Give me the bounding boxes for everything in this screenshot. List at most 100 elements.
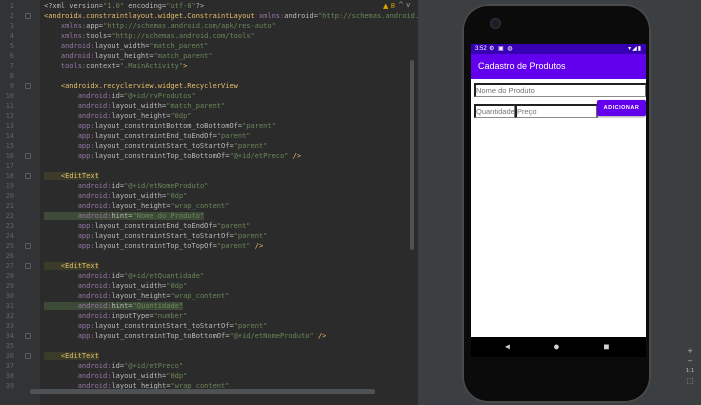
code-line: 26: [0, 251, 418, 261]
zoom-actual-size-button[interactable]: 1:1: [683, 366, 697, 376]
code-token: id=: [111, 272, 125, 280]
code-token: "0dp": [166, 192, 188, 200]
status-bar: 3:52 ⚙ ▣ ◍ ▾◢▮: [471, 44, 646, 54]
code-token: android=: [284, 12, 318, 20]
zoom-out-icon[interactable]: −: [683, 356, 697, 366]
back-icon[interactable]: ◀: [505, 341, 510, 353]
code-token: app:: [44, 222, 95, 230]
code-line: 2 <androidx.constraintlayout.widget.Const…: [0, 11, 418, 21]
code-line: 38 android:layout_width="0dp": [0, 371, 418, 381]
code-line: 18 <EditText: [0, 171, 418, 181]
code-line: 20 android:layout_width="0dp": [0, 191, 418, 201]
code-token: id=: [111, 92, 125, 100]
horizontal-scrollbar[interactable]: [30, 389, 375, 394]
code-token: "wrap_content": [170, 292, 230, 300]
line-number: 28: [5, 272, 14, 280]
line-number: 36: [5, 352, 14, 360]
code-line: 12 android:layout_height="0dp": [0, 111, 418, 121]
code-token: layout_width=: [94, 42, 150, 50]
code-text: [44, 161, 48, 171]
code-line: 34 app:layout_constraintTop_toBottomOf="…: [0, 331, 418, 341]
code-token: "parent": [242, 122, 276, 130]
phone-screen: 3:52 ⚙ ▣ ◍ ▾◢▮ Cadastro de Produtos ADIC…: [471, 44, 646, 357]
code-line: 11 android:layout_width="match_parent": [0, 101, 418, 111]
line-number: 15: [5, 142, 14, 150]
code-text: app:layout_constraintEnd_toEndOf="parent…: [44, 131, 251, 141]
line-number: 38: [5, 372, 14, 380]
code-token: layout_height=: [94, 52, 154, 60]
code-token: layout_constraintBottom_toBottomOf=: [94, 122, 243, 130]
code-line: 10 android:id="@+id/rvProdutos": [0, 91, 418, 101]
code-token: xmlns:: [44, 22, 87, 30]
app-title: Cadastro de Produtos: [478, 61, 566, 71]
code-editor[interactable]: 1 <?xml version="1.0" encoding="utf-8"?> 2…: [0, 0, 418, 405]
code-token: >: [183, 62, 188, 70]
issue-navigation-arrows[interactable]: ^ v: [398, 1, 410, 9]
code-line: 17: [0, 161, 418, 171]
code-text: android:id="@+id/etNomeProduto": [44, 181, 209, 191]
line-number: 14: [5, 132, 14, 140]
fold-icon[interactable]: [25, 83, 31, 89]
line-number: 3: [9, 22, 14, 30]
code-token: tools=: [86, 32, 112, 40]
code-line: 21 android:layout_height="wrap_content": [0, 201, 418, 211]
code-token: "0dp": [170, 112, 192, 120]
warning-indicator[interactable]: ▲ 8: [383, 2, 395, 10]
status-time: 3:52: [475, 46, 487, 52]
signal-battery-icons: ▾◢▮: [628, 46, 642, 52]
fold-icon[interactable]: [25, 263, 31, 269]
product-name-input[interactable]: [474, 83, 646, 97]
line-number: 31: [5, 302, 14, 310]
code-token: "parent": [216, 242, 251, 250]
code-token: layout_width=: [111, 282, 167, 290]
fold-icon[interactable]: [25, 173, 31, 179]
zoom-in-icon[interactable]: +: [683, 346, 697, 356]
code-token: "@+id/etPreco": [229, 152, 289, 160]
code-text: android:id="@+id/rvProdutos": [44, 91, 196, 101]
code-line: 19 android:id="@+id/etNomeProduto": [0, 181, 418, 191]
code-line: 27 <EditText: [0, 261, 418, 271]
quantity-input[interactable]: [474, 104, 516, 118]
line-number: 7: [9, 62, 14, 70]
code-token: hint=: [111, 212, 133, 220]
fold-icon[interactable]: [25, 13, 31, 19]
code-token: layout_width=: [111, 372, 167, 380]
code-token: />: [313, 332, 327, 340]
add-button[interactable]: ADICIONAR: [597, 100, 646, 116]
code-line: 33 app:layout_constraintStart_toStartOf=…: [0, 321, 418, 331]
code-token: "http://schemas.android.com/tools": [111, 32, 255, 40]
line-number: 20: [5, 192, 14, 200]
zoom-fit-icon[interactable]: ⬚: [683, 376, 697, 386]
fold-icon[interactable]: [25, 353, 31, 359]
code-token: <EditText: [44, 352, 99, 360]
fold-icon[interactable]: [25, 153, 31, 159]
code-token: id=: [111, 182, 125, 190]
home-icon[interactable]: ●: [554, 341, 559, 353]
code-token: encoding=: [124, 2, 167, 10]
code-token: layout_constraintStart_toStartOf=: [94, 322, 234, 330]
fold-icon[interactable]: [25, 333, 31, 339]
app-bar: Cadastro de Produtos: [471, 54, 646, 79]
code-token: <androidx.recyclerview.widget.RecyclerVi…: [44, 82, 238, 90]
code-text: <EditText: [44, 171, 99, 181]
line-number: 6: [9, 52, 14, 60]
recents-icon[interactable]: ■: [604, 341, 609, 353]
code-text: <androidx.constraintlayout.widget.Constr…: [44, 11, 418, 21]
code-token: "Quantidade": [132, 302, 184, 310]
code-token: "@+id/etNomeProduto": [229, 332, 314, 340]
line-number: 27: [5, 262, 14, 270]
code-line: 8: [0, 71, 418, 81]
code-token: "parent": [233, 232, 268, 240]
code-token: app=: [86, 22, 104, 30]
code-token: android:: [44, 302, 112, 310]
code-token: <EditText: [44, 262, 99, 270]
code-text: android:id="@+id/etQuantidade": [44, 271, 204, 281]
fold-icon[interactable]: [25, 243, 31, 249]
price-input[interactable]: [515, 104, 598, 118]
code-text: app:layout_constraintStart_toStartOf="pa…: [44, 321, 268, 331]
vertical-scrollbar[interactable]: [410, 60, 414, 250]
code-text: android:layout_height="match_parent": [44, 51, 213, 61]
code-token: android:: [44, 182, 112, 190]
code-token: "parent": [216, 222, 251, 230]
